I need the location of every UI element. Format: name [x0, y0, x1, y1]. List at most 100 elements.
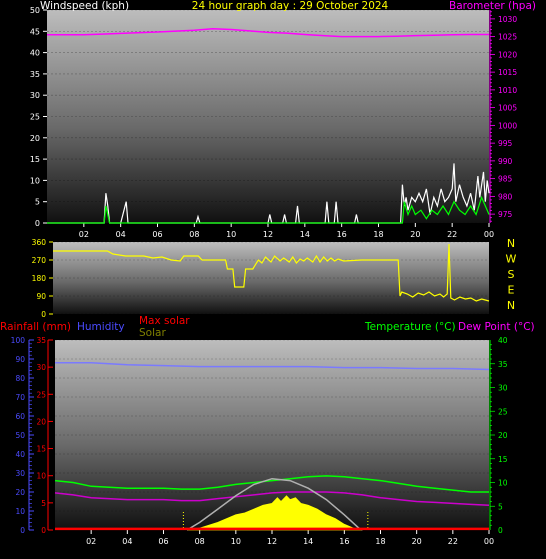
barometer-tick-label: 1015 — [498, 68, 517, 77]
barometer-tick-label: 975 — [498, 210, 513, 219]
humidity-tick-label: 20 — [15, 488, 25, 497]
barometer-tick-label: 995 — [498, 139, 513, 148]
graph-title: 24 hour graph day : 29 October 2024 — [192, 0, 389, 12]
wind-y-tick-label: 0 — [35, 219, 40, 228]
dew-point-label: Dew Point (°C) — [458, 321, 535, 333]
temp-x-tick-label: 04 — [122, 537, 132, 546]
humidity-tick-label: 90 — [15, 355, 25, 364]
wind-x-tick-label: 08 — [189, 230, 199, 239]
barometer-tick-label: 985 — [498, 175, 513, 184]
rainfall-label: Rainfall (mm) — [0, 321, 71, 333]
wind-x-tick-label: 12 — [263, 230, 273, 239]
barometer-right-axis: 975 980 985 990 995 1000 1005 1010 1015 1020 1025 1… — [489, 10, 517, 223]
barometer-tick-label: 990 — [498, 157, 513, 166]
temperature-tick-label: 40 — [498, 336, 508, 345]
rainfall-tick-label: 30 — [36, 363, 46, 372]
wind-y-tick-label: 40 — [30, 49, 40, 58]
barometer-tick-label: 1030 — [498, 15, 517, 24]
humidity-tick-label: 30 — [15, 469, 25, 478]
direction-tick-label: 360 — [32, 238, 47, 247]
rainfall-tick-label: 5 — [41, 499, 46, 508]
weather-graphs: 0 5 10 15 20 25 30 35 40 45 50 975 980 985 990 995 1000… — [0, 0, 546, 555]
temp-x-axis: 02 04 06 08 10 12 14 16 18 20 22 00 — [86, 530, 494, 546]
rainfall-tick-label: 25 — [36, 390, 46, 399]
temp-x-tick-label: 20 — [412, 537, 422, 546]
humidity-label: Humidity — [77, 321, 125, 333]
wind-x-axis: 02 04 06 08 10 12 14 16 18 20 22 00 — [79, 223, 494, 239]
barometer-tick-label: 1000 — [498, 121, 517, 130]
wind-x-tick-label: 16 — [337, 230, 347, 239]
compass-label: N — [507, 299, 515, 312]
wind-y-tick-label: 5 — [35, 198, 40, 207]
rainfall-tick-label: 15 — [36, 445, 46, 454]
barometer-tick-label: 1025 — [498, 33, 517, 42]
temperature-tick-label: 20 — [498, 431, 508, 440]
temp-x-tick-label: 16 — [339, 537, 349, 546]
wind-y-tick-label: 20 — [30, 134, 40, 143]
wind-left-axis: 0 5 10 15 20 25 30 35 40 45 50 — [30, 6, 47, 228]
wind-x-tick-label: 06 — [152, 230, 162, 239]
humidity-tick-label: 60 — [15, 412, 25, 421]
wind-x-tick-label: 00 — [484, 230, 494, 239]
wind-y-tick-label: 35 — [30, 70, 40, 79]
humidity-tick-label: 50 — [15, 431, 25, 440]
compass-labels: NWSEN — [506, 237, 517, 312]
rainfall-tick-label: 0 — [41, 526, 46, 535]
direction-tick-label: 0 — [41, 310, 46, 319]
barometer-label: Barometer (hpa) — [449, 0, 536, 12]
temp-x-tick-label: 06 — [158, 537, 168, 546]
graph-canvas: 05101520253035404550 9759809859909951000… — [0, 0, 536, 546]
wind-x-tick-label: 02 — [79, 230, 89, 239]
rainfall-tick-label: 10 — [36, 472, 46, 481]
temp-x-tick-label: 10 — [231, 537, 241, 546]
temperature-tick-label: 30 — [498, 384, 508, 393]
humidity-axis: 0 10 20 30 40 50 60 70 80 90 100 — [11, 336, 34, 535]
wind-x-tick-label: 04 — [116, 230, 126, 239]
direction-tick-label: 180 — [32, 274, 47, 283]
solar-label: Solar — [139, 327, 166, 339]
wind-x-tick-label: 14 — [300, 230, 310, 239]
temperature-tick-label: 35 — [498, 360, 508, 369]
temperature-tick-label: 15 — [498, 455, 508, 464]
humidity-tick-label: 70 — [15, 393, 25, 402]
wind-x-tick-label: 22 — [447, 230, 457, 239]
temp-x-tick-label: 08 — [195, 537, 205, 546]
barometer-tick-label: 1010 — [498, 86, 517, 95]
temp-x-tick-label: 18 — [375, 537, 385, 546]
barometer-tick-label: 1020 — [498, 50, 517, 59]
temp-x-tick-label: 14 — [303, 537, 313, 546]
humidity-tick-label: 40 — [15, 450, 25, 459]
temperature-label: Temperature (°C) — [364, 321, 456, 333]
temp-x-tick-label: 00 — [484, 537, 494, 546]
windspeed-label: Windspeed (kph) — [40, 0, 129, 12]
temp-x-tick-label: 22 — [448, 537, 458, 546]
compass-label: N — [507, 237, 515, 250]
wind-y-tick-label: 45 — [30, 27, 40, 36]
humidity-tick-label: 80 — [15, 374, 25, 383]
temperature-tick-label: 5 — [498, 502, 503, 511]
compass-label: S — [508, 268, 515, 281]
temperature-tick-label: 25 — [498, 407, 508, 416]
wind-x-tick-label: 20 — [410, 230, 420, 239]
max-solar-label: Max solar — [139, 315, 190, 327]
barometer-tick-label: 1005 — [498, 104, 517, 113]
humidity-tick-label: 0 — [20, 526, 25, 535]
wind-y-tick-label: 30 — [30, 91, 40, 100]
humidity-tick-label: 100 — [11, 336, 26, 345]
wind-y-tick-label: 15 — [30, 155, 40, 164]
direction-tick-label: 270 — [32, 256, 47, 265]
compass-label: W — [506, 253, 517, 266]
wind-y-tick-label: 25 — [30, 113, 40, 122]
wind-y-tick-label: 50 — [30, 6, 40, 15]
wind-x-tick-label: 18 — [373, 230, 383, 239]
rainfall-tick-label: 20 — [36, 417, 46, 426]
humidity-tick-label: 10 — [15, 507, 25, 516]
temperature-tick-label: 0 — [498, 526, 503, 535]
temperature-tick-label: 10 — [498, 479, 508, 488]
direction-axis: 0 90 180 270 360 — [32, 238, 53, 319]
temp-x-tick-label: 12 — [267, 537, 277, 546]
temperature-axis: 0 5 10 15 20 25 30 35 40 — [489, 336, 508, 535]
wind-x-tick-label: 10 — [226, 230, 236, 239]
direction-tick-label: 90 — [36, 292, 46, 301]
rainfall-tick-label: 35 — [36, 336, 46, 345]
